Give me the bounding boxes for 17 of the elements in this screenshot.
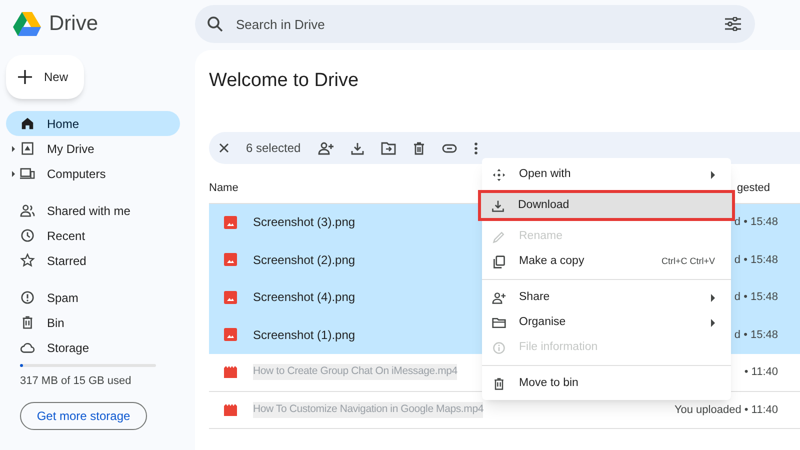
page-heading: Welcome to Drive (209, 69, 360, 93)
table-cell-text: d • 15:48 (734, 252, 778, 268)
table-cell-text: You uploaded • 11:40 (674, 402, 778, 418)
shortcut-text: Ctrl+C Ctrl+V (661, 254, 715, 268)
file-name: How to Create Group Chat On iMessage.mp4 (253, 364, 458, 380)
file-name: Screenshot (4).png (253, 289, 356, 306)
table-cell-text: d • 15:48 (734, 290, 778, 305)
file-name: Screenshot (3).png (253, 214, 356, 232)
table-cell-text: d • 15:48 (734, 215, 778, 230)
file-name: How To Customize Navigation in Google Maps.mp4 (253, 402, 484, 418)
storage-usage-text: 317 MB of 15 GB used (20, 374, 132, 389)
table-cell-text: d • 15:48 (734, 328, 778, 342)
app-title: Drive (49, 11, 98, 38)
selection-count: 6 selected (246, 140, 301, 157)
file-name: Screenshot (1).png (253, 326, 356, 344)
table-cell-text: • 11:40 (744, 365, 778, 380)
file-name: Screenshot (2).png (253, 252, 356, 269)
